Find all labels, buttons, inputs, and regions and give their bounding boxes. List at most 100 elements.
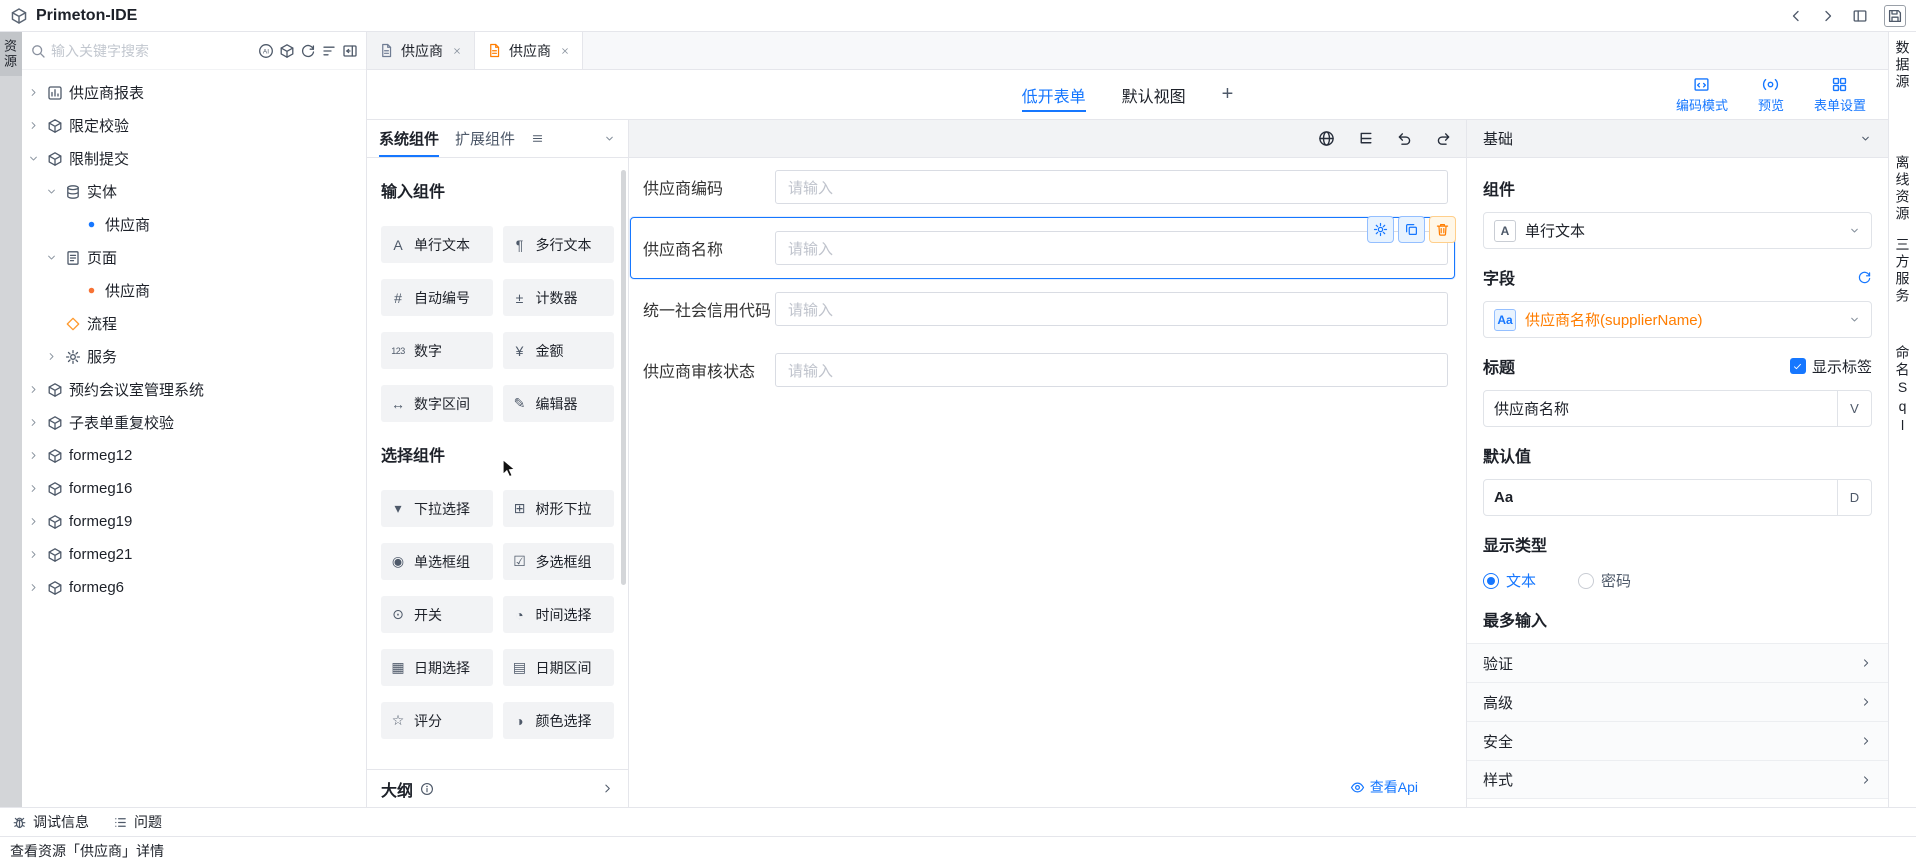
- canvas-field[interactable]: 供应商编码请输入: [637, 170, 1448, 204]
- field-input[interactable]: 请输入: [775, 353, 1448, 387]
- nav-forward-icon[interactable]: [1820, 8, 1836, 24]
- tree-item[interactable]: formeg21: [22, 538, 366, 571]
- chevron-right-icon[interactable]: [28, 417, 44, 428]
- palette-item[interactable]: ±计数器: [503, 279, 615, 316]
- palette-item[interactable]: ¶多行文本: [503, 226, 615, 263]
- search-input[interactable]: [51, 43, 253, 59]
- tab-system-components[interactable]: 系统组件: [379, 120, 439, 157]
- chevron-right-icon[interactable]: [601, 782, 614, 795]
- palette-item[interactable]: ▦日期选择: [381, 649, 493, 686]
- field-input[interactable]: 请输入: [775, 292, 1448, 326]
- field-input[interactable]: 请输入: [775, 231, 1448, 265]
- tree-item[interactable]: 实体: [22, 175, 366, 208]
- menu-icon[interactable]: [531, 132, 544, 145]
- field-input[interactable]: 请输入: [775, 170, 1448, 204]
- editor-tab[interactable]: 供应商: [475, 32, 583, 69]
- title-addon-button[interactable]: V: [1837, 391, 1871, 426]
- props-section-row[interactable]: 安全: [1467, 721, 1888, 760]
- chevron-right-icon[interactable]: [28, 384, 44, 395]
- field-refresh-icon[interactable]: [1857, 270, 1872, 285]
- canvas-field[interactable]: 供应商审核状态请输入: [637, 353, 1448, 387]
- delete-icon[interactable]: [1429, 216, 1456, 243]
- palette-scrollbar[interactable]: [621, 170, 626, 585]
- nav-back-icon[interactable]: [1788, 8, 1804, 24]
- save-icon[interactable]: [1884, 5, 1906, 27]
- tree-item[interactable]: formeg16: [22, 472, 366, 505]
- default-addon-button[interactable]: D: [1837, 480, 1871, 515]
- palette-item[interactable]: ☑多选框组: [503, 543, 615, 580]
- editor-tab[interactable]: 供应商: [367, 32, 475, 69]
- radio-text[interactable]: 文本: [1483, 570, 1536, 591]
- props-header[interactable]: 基础: [1467, 120, 1888, 158]
- collapse-panel-icon[interactable]: [342, 43, 358, 59]
- tree-item[interactable]: formeg19: [22, 505, 366, 538]
- chevron-right-icon[interactable]: [28, 483, 44, 494]
- palette-item[interactable]: ⊞树形下拉: [503, 490, 615, 527]
- view-tab-default-view[interactable]: 默认视图: [1122, 70, 1186, 119]
- tree-item[interactable]: formeg6: [22, 571, 366, 604]
- chevron-down-icon[interactable]: [46, 252, 62, 263]
- palette-item[interactable]: A单行文本: [381, 226, 493, 263]
- field-select[interactable]: Aa 供应商名称(supplierName): [1483, 301, 1872, 338]
- settings-icon[interactable]: [1367, 216, 1394, 243]
- palette-item[interactable]: ↔数字区间: [381, 385, 493, 422]
- tree-item[interactable]: 预约会议室管理系统: [22, 373, 366, 406]
- props-section-row[interactable]: 验证: [1467, 643, 1888, 682]
- palette-item[interactable]: #自动编号: [381, 279, 493, 316]
- copy-icon[interactable]: [1398, 216, 1425, 243]
- preview-button[interactable]: 预览: [1758, 76, 1784, 114]
- chevron-right-icon[interactable]: [28, 582, 44, 593]
- chevron-right-icon[interactable]: [28, 549, 44, 560]
- tree-item[interactable]: 页面: [22, 241, 366, 274]
- chevron-down-icon[interactable]: [46, 186, 62, 197]
- chevron-right-icon[interactable]: [28, 120, 44, 131]
- props-section-row[interactable]: 高级: [1467, 682, 1888, 721]
- palette-item[interactable]: 123数字: [381, 332, 493, 369]
- palette-item[interactable]: ◔时间选择: [503, 596, 615, 633]
- code-mode-button[interactable]: 编码模式: [1676, 76, 1728, 114]
- refresh-icon[interactable]: [300, 43, 316, 59]
- rail-tab-resources[interactable]: 资源: [0, 32, 22, 76]
- structure-tree-icon[interactable]: [1357, 130, 1374, 147]
- right-rail-item[interactable]: 离线资源: [1893, 155, 1913, 223]
- tree-item[interactable]: 子表单重复校验: [22, 406, 366, 439]
- form-settings-button[interactable]: 表单设置: [1814, 76, 1866, 114]
- undo-icon[interactable]: [1396, 130, 1413, 147]
- view-tab-lowcode-form[interactable]: 低开表单: [1022, 70, 1086, 119]
- tree-item[interactable]: 限定校验: [22, 109, 366, 142]
- palette-item[interactable]: ¥金额: [503, 332, 615, 369]
- tree-item[interactable]: 限制提交: [22, 142, 366, 175]
- component-select[interactable]: A 单行文本: [1483, 212, 1872, 249]
- close-icon[interactable]: [560, 46, 570, 56]
- tree-item[interactable]: 流程: [22, 307, 366, 340]
- tree-item[interactable]: 供应商: [22, 274, 366, 307]
- tree-item[interactable]: 供应商报表: [22, 76, 366, 109]
- palette-item[interactable]: ▤日期区间: [503, 649, 615, 686]
- chevron-down-icon[interactable]: [28, 153, 44, 164]
- palette-item[interactable]: ▾下拉选择: [381, 490, 493, 527]
- props-section-row[interactable]: 样式: [1467, 760, 1888, 799]
- close-icon[interactable]: [452, 46, 462, 56]
- chevron-right-icon[interactable]: [28, 516, 44, 527]
- ai-assistant-icon[interactable]: AI: [258, 43, 274, 59]
- title-input[interactable]: [1484, 400, 1837, 417]
- radio-password[interactable]: 密码: [1578, 570, 1631, 591]
- chevron-down-icon[interactable]: [603, 132, 616, 145]
- right-rail-item[interactable]: 命名Sql: [1893, 345, 1913, 436]
- canvas-field[interactable]: 供应商名称请输入: [630, 217, 1455, 279]
- palette-item[interactable]: ◉单选框组: [381, 543, 493, 580]
- chevron-right-icon[interactable]: [28, 87, 44, 98]
- add-view-button[interactable]: +: [1222, 70, 1234, 119]
- tree-item[interactable]: 服务: [22, 340, 366, 373]
- tab-extension-components[interactable]: 扩展组件: [455, 120, 515, 157]
- default-value-input[interactable]: [1513, 489, 1837, 506]
- palette-item[interactable]: ◑颜色选择: [503, 702, 615, 739]
- right-rail-item[interactable]: 三方服务: [1893, 237, 1913, 305]
- right-rail-item[interactable]: 数据源: [1893, 40, 1913, 91]
- palette-item[interactable]: ⊙开关: [381, 596, 493, 633]
- filter-icon[interactable]: [321, 43, 337, 59]
- chevron-right-icon[interactable]: [46, 351, 62, 362]
- canvas-field[interactable]: 统一社会信用代码请输入: [637, 292, 1448, 326]
- tree-item[interactable]: formeg12: [22, 439, 366, 472]
- chevron-right-icon[interactable]: [28, 450, 44, 461]
